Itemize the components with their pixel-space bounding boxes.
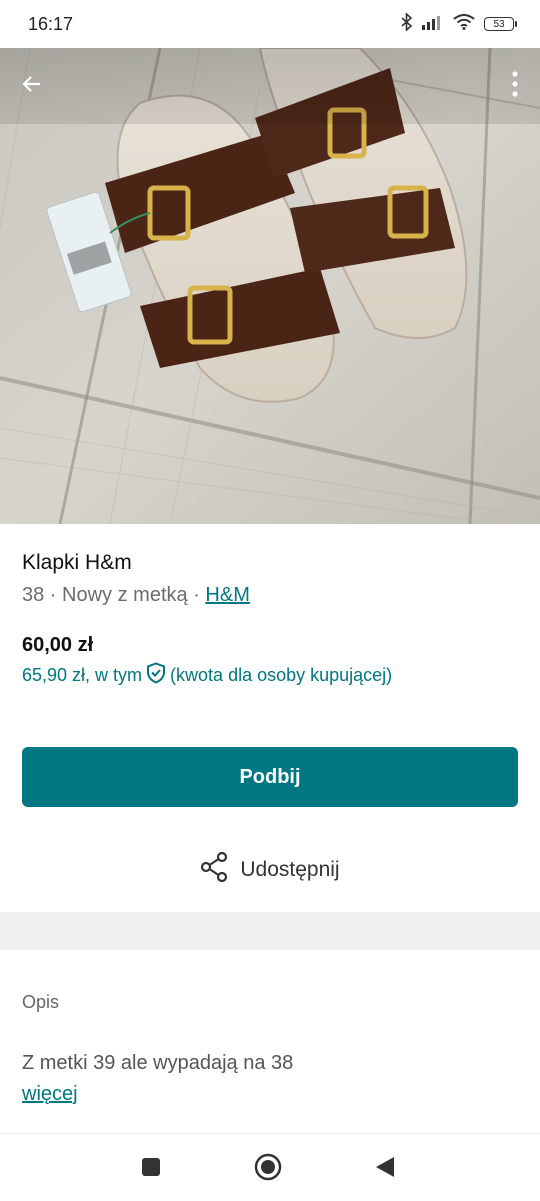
share-button[interactable]: Udostępnij [0, 851, 540, 888]
product-price: 60,00 zł [22, 634, 94, 656]
product-size: 38 [22, 584, 45, 606]
bump-button[interactable]: Podbij [22, 747, 518, 807]
system-nav-bar [0, 1133, 540, 1201]
battery-icon: 53 [484, 17, 517, 31]
recents-button[interactable] [136, 1154, 166, 1184]
product-meta: 38 · Nowy z metką · H&M [22, 582, 518, 608]
triangle-back-icon [374, 1155, 396, 1184]
meta-separator: · [187, 584, 206, 606]
home-button[interactable] [253, 1153, 283, 1186]
meta-separator: · [44, 584, 63, 606]
home-circle-icon [254, 1153, 282, 1186]
buyer-price-prefix: 65,90 zł, w tym [22, 665, 143, 685]
product-condition: Nowy z metką [62, 584, 188, 606]
buyer-price[interactable]: 65,90 zł, w tym (kwota dla osoby kupując… [22, 662, 392, 689]
product-photo[interactable] [0, 48, 540, 524]
arrow-left-icon [20, 72, 44, 96]
status-icons: 53 [401, 11, 517, 36]
photo-topbar-shade [0, 48, 540, 124]
description-label: Opis [22, 992, 60, 1012]
description-text: Z metki 39 ale wypadają na 38 [22, 1052, 294, 1074]
square-icon [141, 1157, 161, 1182]
bluetooth-icon [401, 11, 413, 36]
product-title: Klapki H&m [22, 551, 132, 574]
status-bar: 16:17 53 [0, 0, 540, 48]
more-link[interactable]: więcej [22, 1083, 78, 1106]
more-vertical-icon [512, 71, 518, 97]
signal-icon [422, 14, 444, 35]
buyer-price-note: (kwota dla osoby kupującej) [170, 665, 393, 685]
back-nav-button[interactable] [370, 1154, 400, 1184]
back-button[interactable] [12, 62, 52, 106]
more-options-button[interactable] [500, 62, 530, 106]
shield-check-icon [146, 662, 166, 689]
section-divider [0, 912, 540, 950]
share-label: Udostępnij [240, 858, 340, 881]
brand-link[interactable]: H&M [205, 584, 249, 606]
share-icon [200, 851, 228, 888]
product-details: Klapki H&m 38 · Nowy z metką · H&M [22, 550, 518, 608]
wifi-icon [453, 13, 475, 35]
status-time: 16:17 [28, 13, 74, 34]
